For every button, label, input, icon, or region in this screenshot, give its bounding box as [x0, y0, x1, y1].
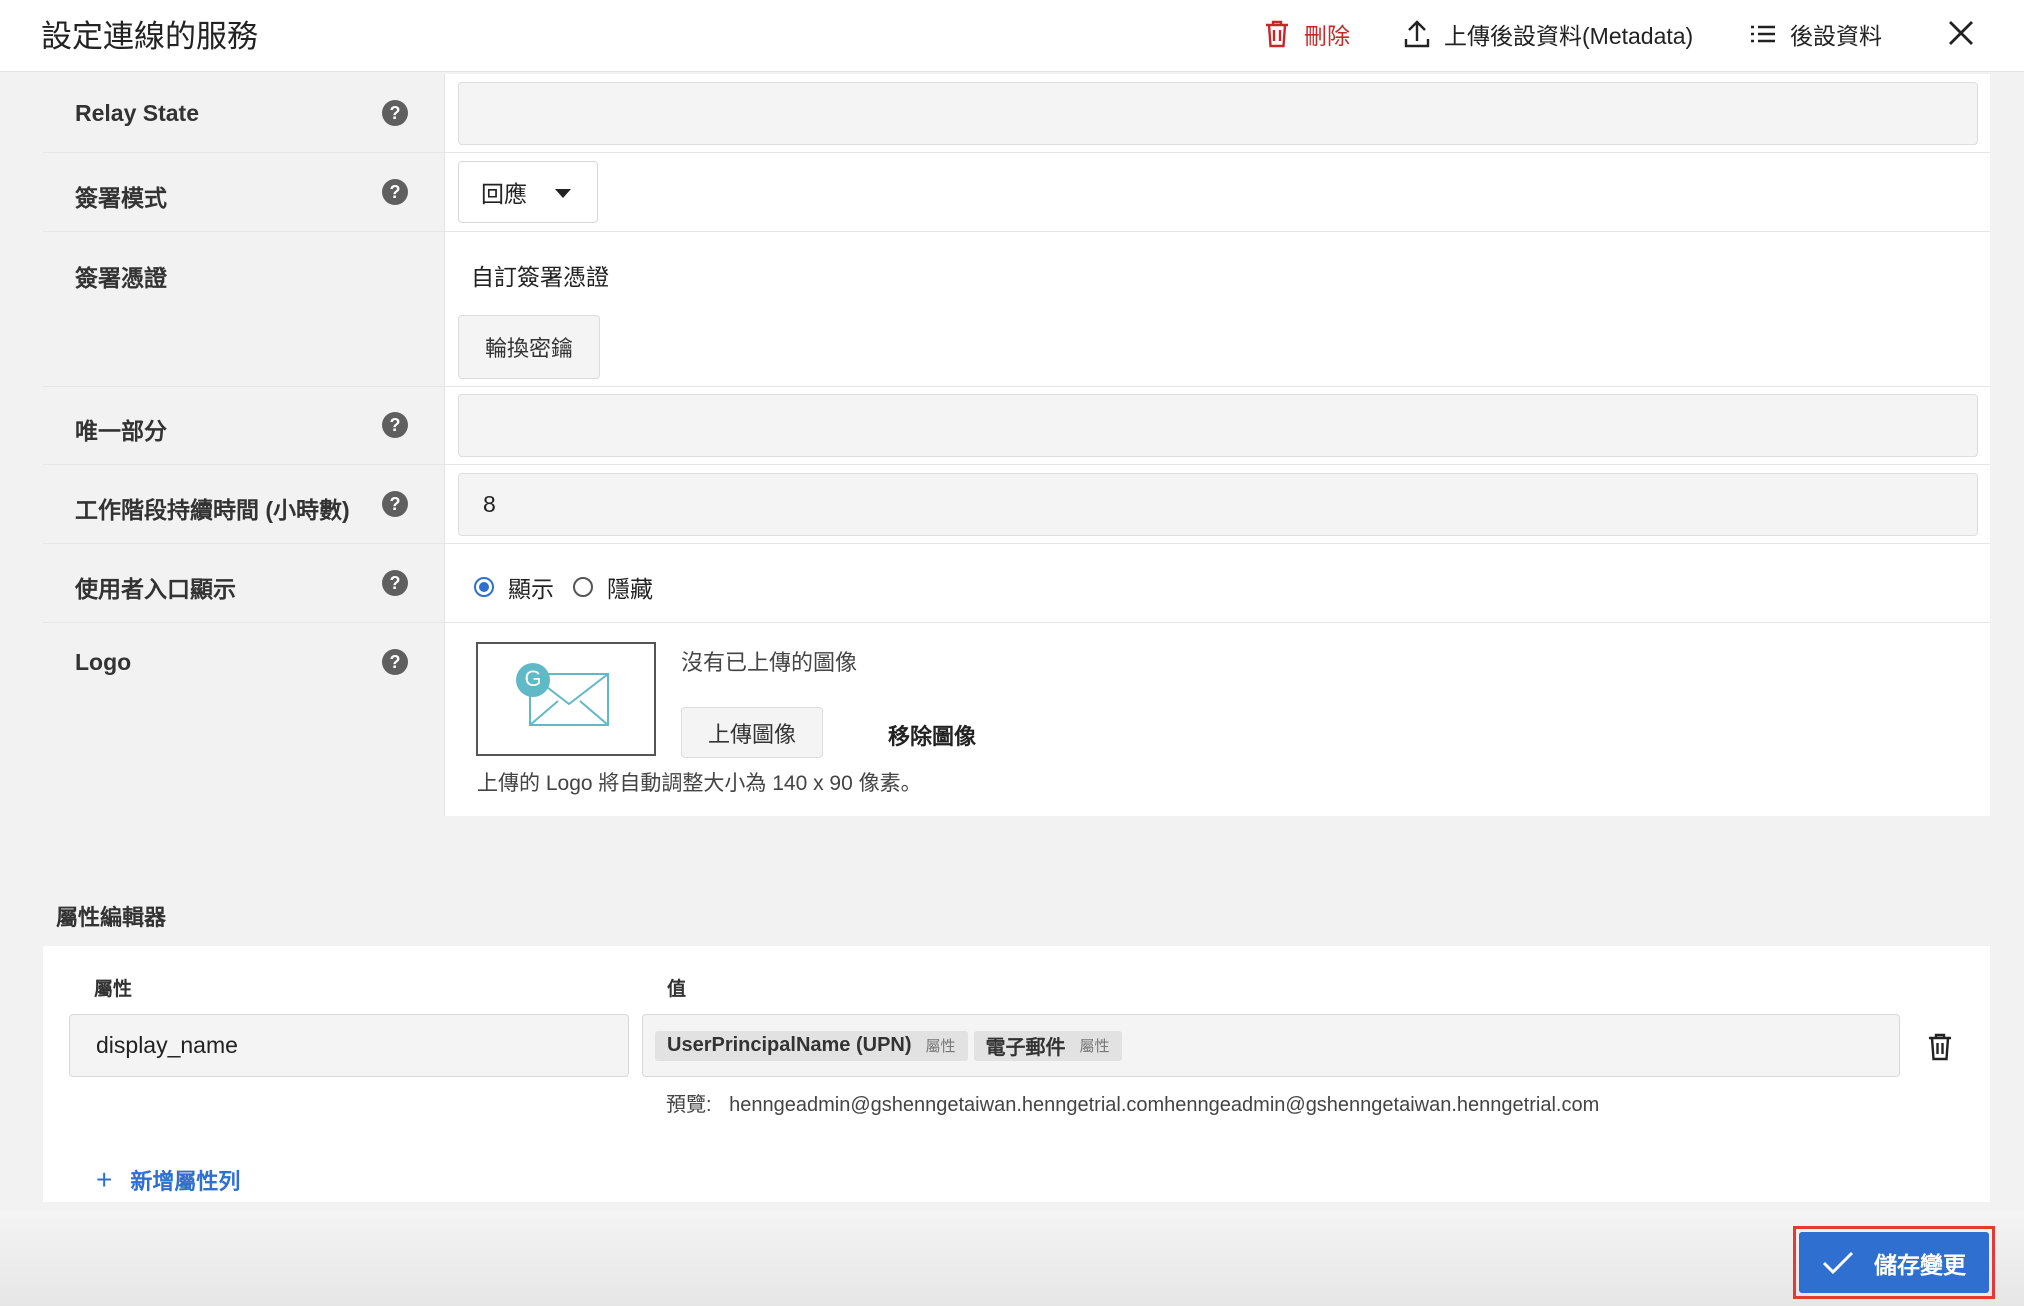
help-icon[interactable]: ?	[382, 570, 408, 596]
add-attribute-row-label: 新增屬性列	[130, 1169, 241, 1194]
logo-badge-letter: G	[524, 666, 542, 691]
help-icon[interactable]: ?	[382, 491, 408, 517]
add-attribute-row-button[interactable]: + 新增屬性列	[96, 1164, 240, 1196]
session-duration-label: 工作階段持續時間 (小時數)	[75, 497, 350, 523]
relay-state-input[interactable]	[458, 82, 1978, 145]
upload-metadata-label: 上傳後設資料(Metadata)	[1444, 23, 1694, 49]
page-title: 設定連線的服務	[41, 19, 258, 54]
save-changes-button[interactable]: 儲存變更	[1799, 1232, 1989, 1293]
delete-row-button[interactable]	[1923, 1030, 1957, 1064]
logo-size-hint: 上傳的 Logo 將自動調整大小為 140 x 90 像素。	[477, 772, 922, 795]
close-icon	[1949, 21, 1973, 45]
attribute-preview: 預覽: henngeadmin@gshenngetaiwan.henngetri…	[666, 1088, 1599, 1117]
row-signing-mode: 簽署模式 ?	[43, 153, 1990, 232]
chip-upn-type: 屬性	[925, 1038, 956, 1055]
radio-show-label: 顯示	[508, 576, 554, 602]
unique-part-label: 唯一部分	[75, 418, 167, 444]
session-duration-input[interactable]: 8	[458, 473, 1978, 536]
preview-value: henngeadmin@gshenngetaiwan.henngetrial.c…	[729, 1094, 1600, 1116]
row-portal-display: 使用者入口顯示 ? 顯示 隱藏	[43, 544, 1990, 623]
no-image-text: 沒有已上傳的圖像	[681, 650, 858, 675]
metadata-label: 後設資料	[1790, 23, 1882, 49]
radio-checked-icon	[474, 577, 494, 597]
row-relay-state: Relay State ?	[43, 74, 1990, 153]
radio-hide-label: 隱藏	[607, 576, 653, 602]
portal-display-label: 使用者入口顯示	[75, 576, 236, 602]
logo-preview: G	[476, 642, 656, 756]
chip-email-type: 屬性	[1079, 1038, 1110, 1055]
attribute-editor-title: 屬性編輯器	[56, 905, 167, 930]
attribute-editor-panel: 屬性 值 display_name UserPrincipalName (UPN…	[43, 946, 1990, 1202]
chip-upn[interactable]: UserPrincipalName (UPN) 屬性	[655, 1030, 968, 1061]
help-icon[interactable]: ?	[382, 412, 408, 438]
rotate-key-button[interactable]: 輪換密鑰	[458, 315, 600, 379]
trash-icon	[1266, 20, 1288, 48]
row-signing-cert: 簽署憑證 自訂簽署憑證 輪換密鑰	[43, 232, 1990, 387]
delete-label: 刪除	[1304, 23, 1350, 49]
chip-email[interactable]: 電子郵件 屬性	[973, 1030, 1122, 1061]
help-icon[interactable]: ?	[382, 100, 408, 126]
column-header-attribute: 屬性	[94, 979, 133, 1000]
signing-cert-value: 自訂簽署憑證	[471, 264, 609, 290]
metadata-button[interactable]: 後設資料	[1750, 14, 1882, 54]
settings-panel: Relay State ? 簽署模式 ? 回應 簽署憑證 自訂簽署憑證 輪換密鑰…	[43, 74, 1990, 816]
plus-icon: +	[96, 1164, 113, 1195]
dialog-header: 設定連線的服務 刪除 上傳後設資料(Metadata) 後設資料	[0, 0, 2024, 72]
help-icon[interactable]: ?	[382, 649, 408, 675]
upload-image-button[interactable]: 上傳圖像	[681, 707, 823, 758]
chip-upn-label: UserPrincipalName (UPN)	[667, 1034, 912, 1056]
signing-cert-label: 簽署憑證	[75, 265, 167, 291]
footer-bar	[0, 1210, 2024, 1306]
preview-label: 預覽:	[666, 1094, 712, 1116]
upload-icon	[1404, 20, 1430, 48]
chevron-down-icon	[555, 189, 571, 198]
column-header-value: 值	[667, 979, 687, 1000]
close-button[interactable]	[1940, 12, 1982, 54]
row-unique-part: 唯一部分 ?	[43, 387, 1990, 465]
checkmark-icon	[1822, 1251, 1854, 1274]
remove-image-button[interactable]: 移除圖像	[888, 719, 976, 751]
help-icon[interactable]: ?	[382, 179, 408, 205]
signing-mode-label: 簽署模式	[75, 185, 167, 211]
list-icon	[1751, 25, 1775, 43]
row-session-duration: 工作階段持續時間 (小時數) ? 8	[43, 465, 1990, 544]
delete-button[interactable]: 刪除	[1264, 14, 1350, 54]
attribute-name-input[interactable]: display_name	[69, 1014, 629, 1077]
signing-mode-value: 回應	[481, 181, 527, 207]
relay-state-label: Relay State	[75, 100, 200, 126]
logo-label: Logo	[75, 649, 132, 675]
radio-hide[interactable]: 隱藏	[573, 570, 653, 604]
radio-unchecked-icon	[573, 577, 593, 597]
save-changes-label: 儲存變更	[1874, 1251, 1966, 1278]
chip-email-label: 電子郵件	[985, 1037, 1066, 1059]
trash-icon	[1929, 1033, 1951, 1061]
unique-part-input[interactable]	[458, 394, 1978, 457]
row-logo: Logo ?	[43, 623, 1990, 816]
signing-mode-select[interactable]: 回應	[458, 161, 598, 223]
mail-placeholder-icon	[516, 663, 609, 726]
upload-metadata-button[interactable]: 上傳後設資料(Metadata)	[1404, 14, 1693, 54]
radio-show[interactable]: 顯示	[474, 570, 554, 604]
attribute-value-input[interactable]: UserPrincipalName (UPN) 屬性 電子郵件 屬性	[642, 1014, 1900, 1077]
